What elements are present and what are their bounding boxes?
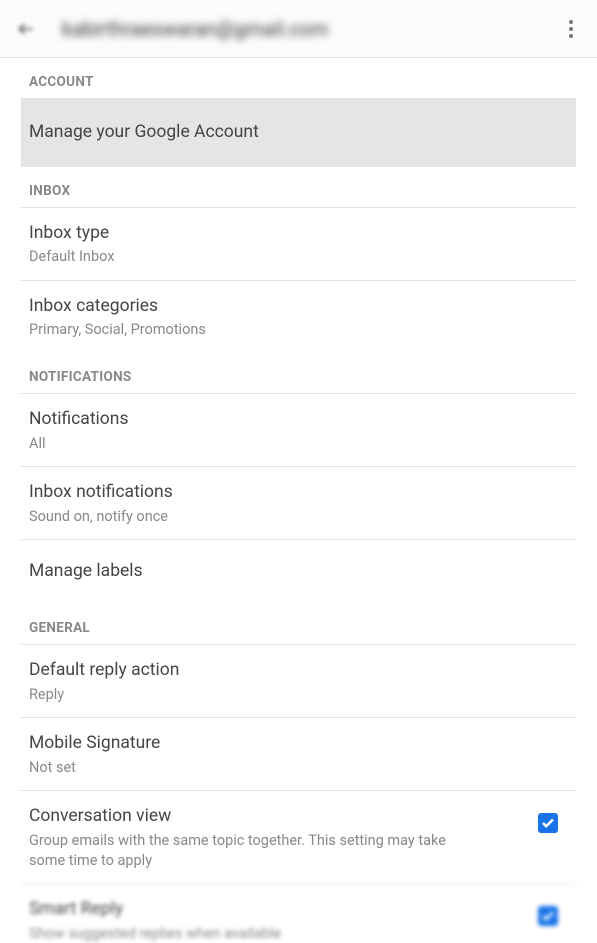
inbox-categories-value: Primary, Social, Promotions (29, 320, 568, 340)
section-header-inbox: INBOX (21, 167, 576, 207)
overflow-menu-icon[interactable] (559, 17, 583, 41)
default-reply-row[interactable]: Default reply action Reply (21, 644, 576, 717)
notifications-row[interactable]: Notifications All (21, 393, 576, 466)
inbox-type-row[interactable]: Inbox type Default Inbox (21, 207, 576, 280)
smart-reply-title: Smart Reply (29, 898, 518, 922)
manage-google-account-label: Manage your Google Account (29, 121, 568, 145)
appbar: kabirthraeswaran@gmail.com (0, 0, 597, 58)
back-arrow-icon[interactable] (14, 17, 38, 41)
default-reply-title: Default reply action (29, 659, 568, 683)
inbox-notifications-row[interactable]: Inbox notifications Sound on, notify onc… (21, 466, 576, 539)
mobile-signature-value: Not set (29, 758, 568, 778)
conversation-view-title: Conversation view (29, 805, 518, 829)
inbox-type-value: Default Inbox (29, 247, 568, 267)
appbar-title: kabirthraeswaran@gmail.com (62, 17, 559, 41)
section-header-account: ACCOUNT (21, 58, 576, 98)
conversation-view-desc: Group emails with the same topic togethe… (29, 831, 449, 870)
inbox-categories-title: Inbox categories (29, 295, 568, 319)
inbox-notifications-value: Sound on, notify once (29, 507, 568, 527)
manage-google-account-row[interactable]: Manage your Google Account (21, 98, 576, 167)
manage-labels-label: Manage labels (29, 560, 568, 584)
manage-labels-row[interactable]: Manage labels (21, 539, 576, 604)
settings-list: ACCOUNT Manage your Google Account INBOX… (0, 58, 597, 943)
conversation-view-checkbox[interactable] (538, 813, 558, 833)
conversation-view-row[interactable]: Conversation view Group emails with the … (21, 790, 576, 883)
notifications-title: Notifications (29, 408, 568, 432)
inbox-notifications-title: Inbox notifications (29, 481, 568, 505)
mobile-signature-row[interactable]: Mobile Signature Not set (21, 717, 576, 790)
default-reply-value: Reply (29, 685, 568, 705)
mobile-signature-title: Mobile Signature (29, 732, 568, 756)
inbox-type-title: Inbox type (29, 222, 568, 246)
notifications-value: All (29, 434, 568, 454)
smart-reply-desc: Show suggested replies when available (29, 924, 518, 943)
smart-reply-row[interactable]: Smart Reply Show suggested replies when … (21, 883, 576, 943)
smart-reply-checkbox[interactable] (538, 906, 558, 926)
section-header-general: GENERAL (21, 604, 576, 644)
section-header-notifications: NOTIFICATIONS (21, 353, 576, 393)
inbox-categories-row[interactable]: Inbox categories Primary, Social, Promot… (21, 280, 576, 353)
